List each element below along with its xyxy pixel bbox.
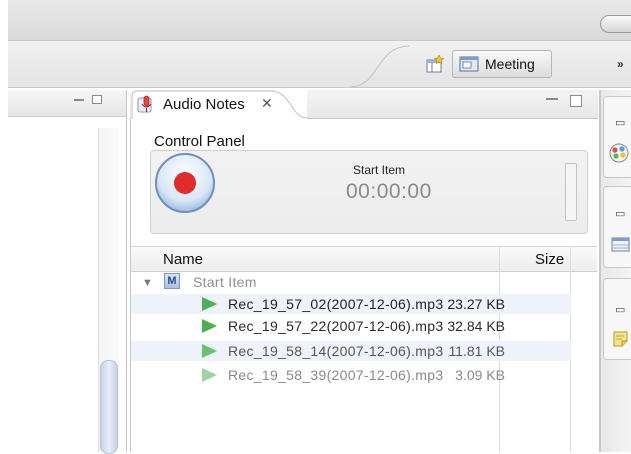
minimized-stack: [603, 96, 631, 178]
meeting-perspective-icon: [459, 56, 479, 72]
level-meter: [565, 163, 577, 221]
note-icon[interactable]: [612, 330, 630, 348]
file-size: 11.81 KB: [448, 343, 505, 359]
audio-minimize-button[interactable]: [546, 98, 558, 100]
file-size: 3.09 KB: [455, 367, 505, 383]
window-titlebar: [8, 0, 631, 41]
toolbar-divider-curve: [350, 45, 410, 88]
file-name: Rec_19_58_39(2007-12-06).mp3: [228, 367, 444, 383]
table-icon[interactable]: [611, 237, 631, 253]
table-row[interactable]: Rec_19_58_39(2007-12-06).mp3 3.09 KB: [131, 365, 571, 385]
file-name: Rec_19_58_14(2007-12-06).mp3: [228, 343, 444, 359]
left-maximize-button[interactable]: [92, 95, 102, 104]
meeting-item-icon: M: [164, 273, 180, 289]
control-panel-label: Control Panel: [154, 133, 245, 150]
restore-icon[interactable]: ▭: [615, 207, 625, 220]
column-header-name[interactable]: Name: [163, 251, 203, 268]
status-title: Start Item: [353, 163, 406, 177]
meeting-perspective-button[interactable]: Meeting: [452, 50, 552, 78]
close-icon[interactable]: ✕: [261, 95, 273, 112]
left-scrollbar-thumb[interactable]: [100, 360, 118, 454]
table-row[interactable]: Rec_19_57_22(2007-12-06).mp3 32.84 KB: [131, 316, 571, 336]
file-size: 32.84 KB: [447, 318, 505, 334]
open-perspective-icon: [426, 54, 445, 73]
file-name: Rec_19_57_22(2007-12-06).mp3: [228, 318, 444, 334]
restore-icon[interactable]: ▭: [615, 116, 625, 129]
minimized-stack: [603, 186, 631, 268]
open-perspective-button[interactable]: [424, 54, 446, 74]
audio-maximize-button[interactable]: [570, 95, 582, 107]
restore-icon[interactable]: ▭: [615, 303, 625, 316]
group-label[interactable]: Start Item: [193, 274, 257, 290]
table-row[interactable]: Rec_19_58_14(2007-12-06).mp3 11.81 KB: [131, 341, 571, 361]
play-icon[interactable]: [202, 368, 217, 382]
play-icon[interactable]: [202, 297, 217, 311]
left-minimize-button[interactable]: [74, 99, 84, 101]
table-row[interactable]: Rec_19_57_02(2007-12-06).mp3 23.27 KB: [131, 294, 571, 314]
left-view-tabbar: [8, 90, 126, 117]
microphone-icon: [136, 95, 156, 120]
expand-arrow-icon[interactable]: ▼: [142, 277, 153, 289]
play-icon[interactable]: [202, 344, 217, 358]
record-dot-icon: [174, 172, 196, 194]
file-name: Rec_19_57_02(2007-12-06).mp3: [228, 296, 444, 312]
toolbar-toggle-button[interactable]: [600, 15, 631, 33]
play-icon[interactable]: [202, 319, 217, 333]
color-palette-icon[interactable]: [608, 142, 630, 164]
elapsed-time: 00:00:00: [346, 180, 432, 203]
audio-notes-tab-title: Audio Notes: [163, 96, 245, 113]
column-header-size[interactable]: Size: [535, 251, 564, 268]
record-button[interactable]: [154, 152, 216, 214]
perspective-label: Meeting: [485, 56, 535, 72]
perspective-overflow-button[interactable]: »: [617, 57, 624, 71]
file-size: 23.27 KB: [447, 296, 505, 312]
